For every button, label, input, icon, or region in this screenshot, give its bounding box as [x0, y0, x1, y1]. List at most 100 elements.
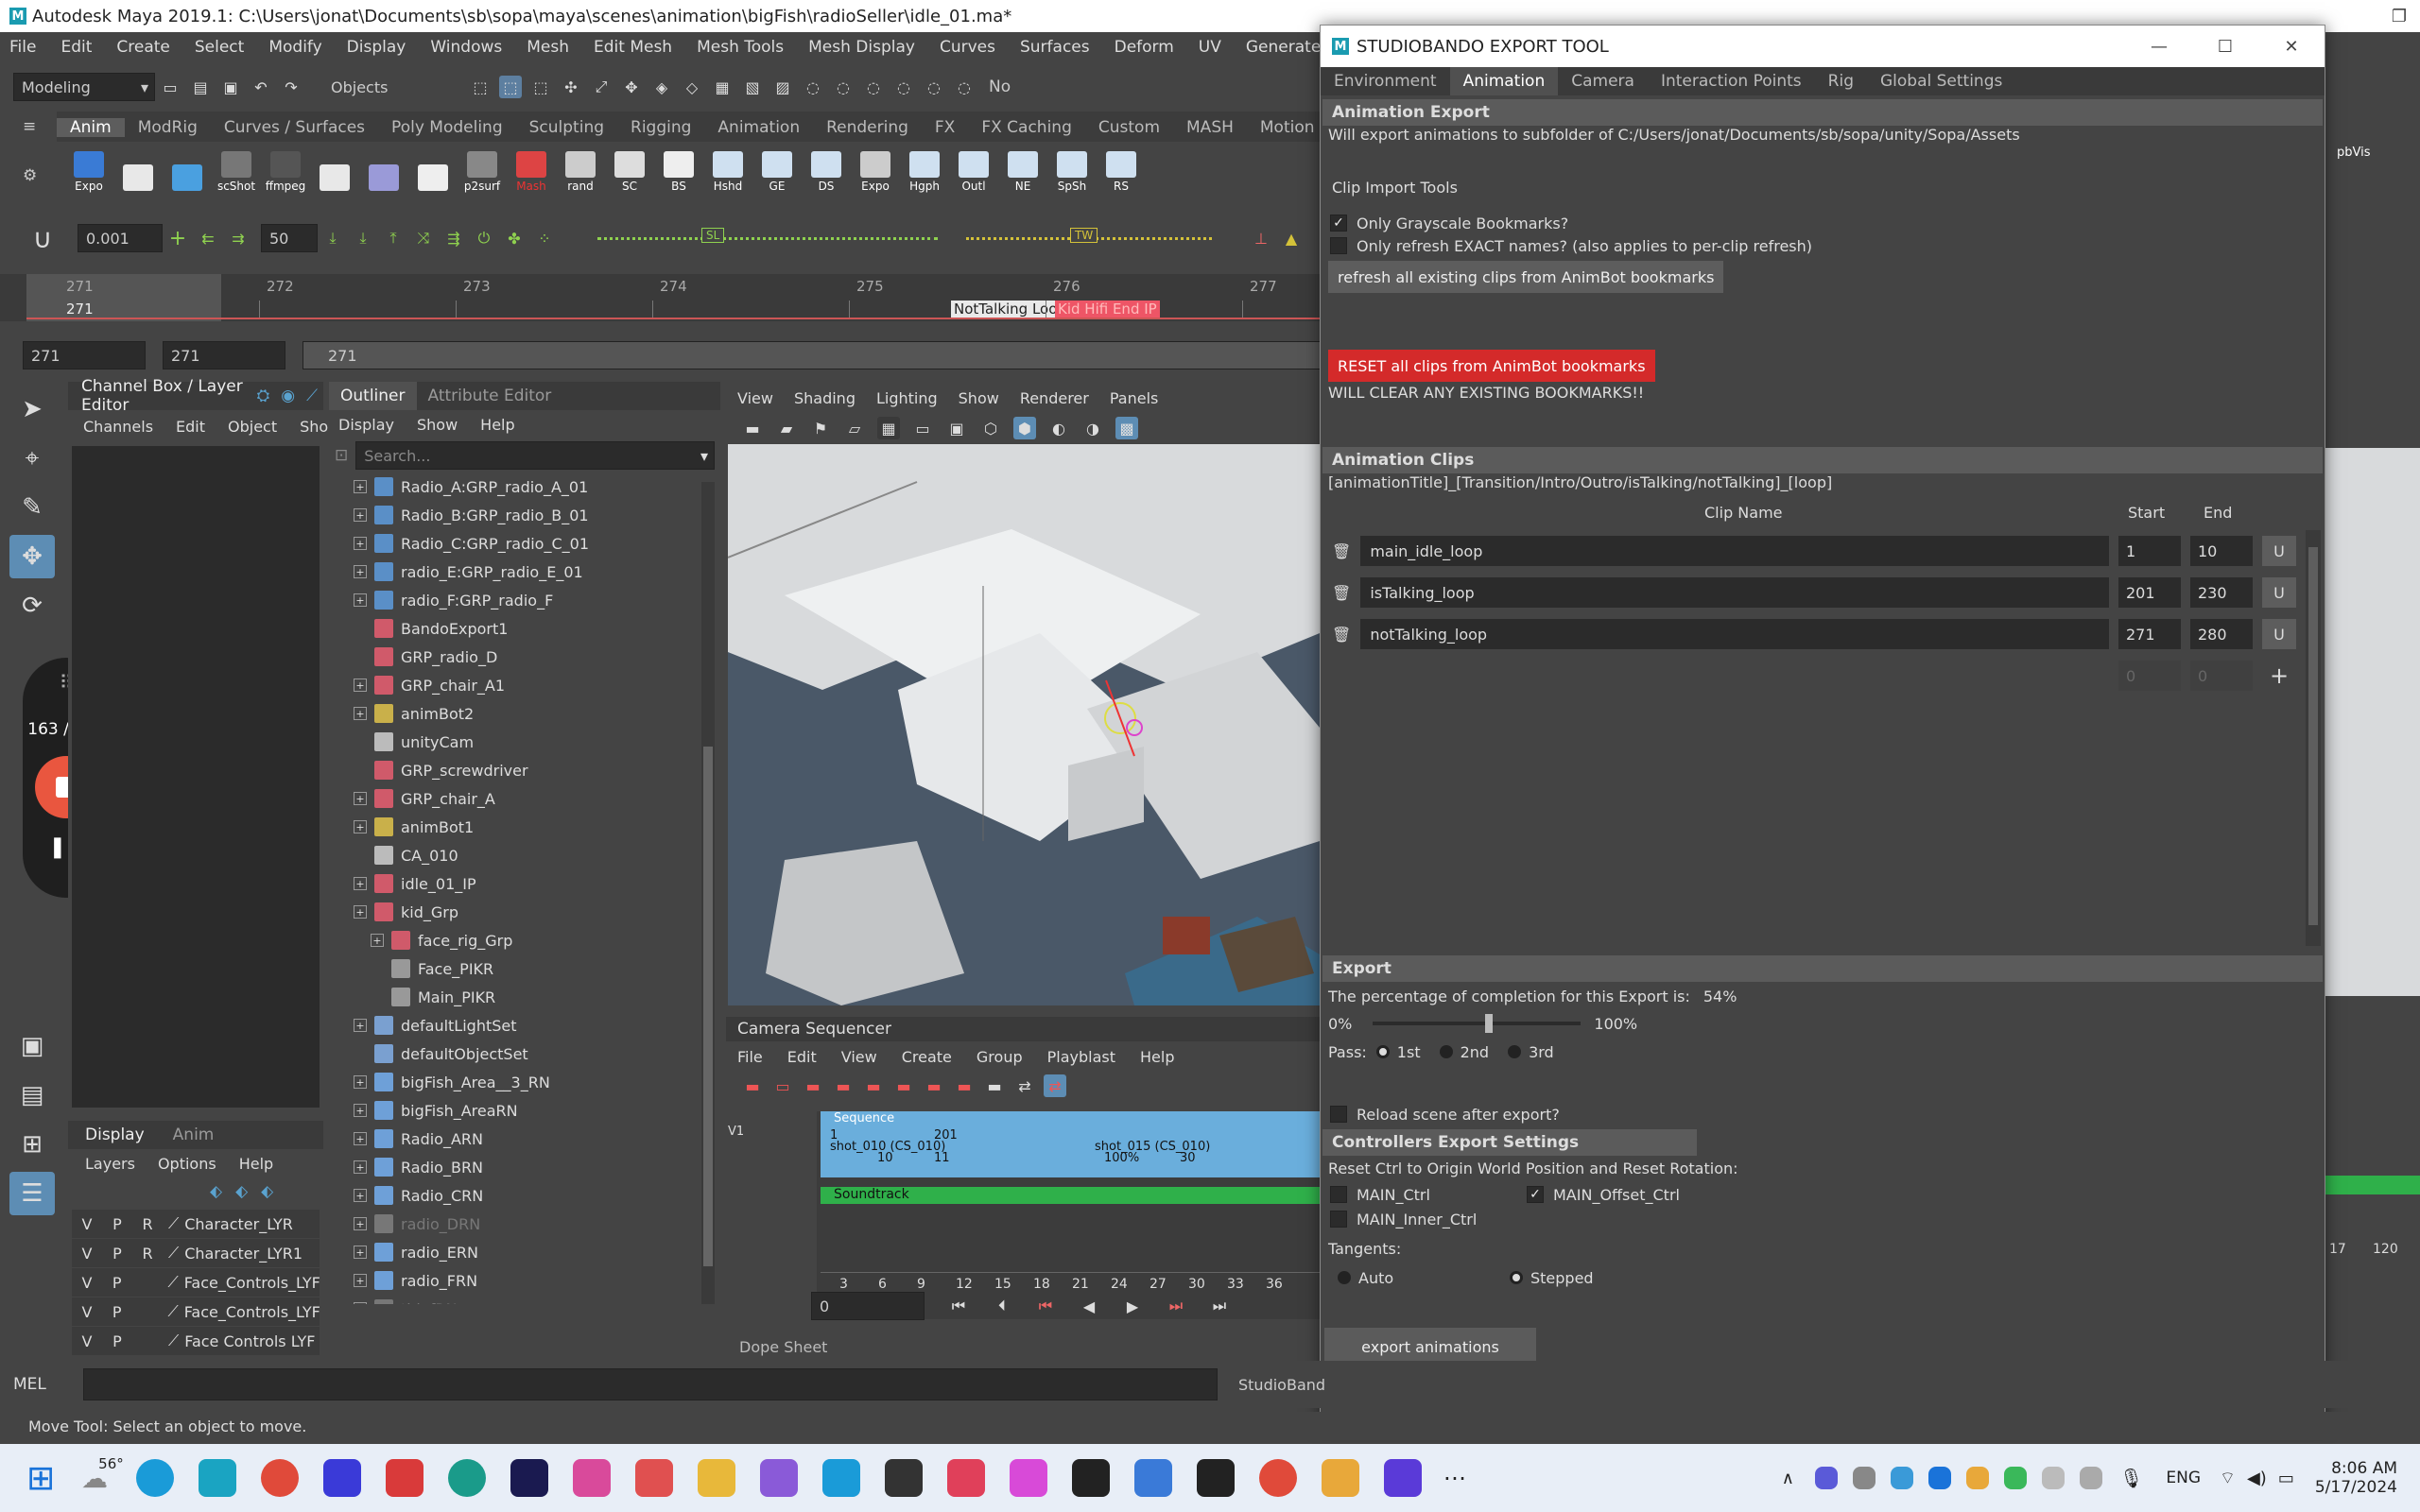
seq-tool-6-icon[interactable]: ▬: [892, 1074, 915, 1097]
shelf-button-tool-2[interactable]: [166, 144, 208, 193]
nudge-right-icon[interactable]: ⇉: [227, 227, 250, 249]
slack-icon[interactable]: [572, 1459, 611, 1497]
menu-surfaces[interactable]: Surfaces: [1020, 38, 1090, 57]
render-frame-icon[interactable]: ▦: [711, 76, 734, 98]
clip-end-field[interactable]: 230: [2190, 577, 2253, 608]
tween-icon[interactable]: ⤓: [321, 227, 344, 249]
seq-tool-1-icon[interactable]: ▬: [741, 1074, 764, 1097]
outliner-item[interactable]: GRP_radio_D: [354, 643, 720, 671]
clip-name-field[interactable]: main_idle_loop: [1360, 536, 2109, 566]
expand-icon[interactable]: +: [354, 1274, 367, 1287]
grid-icon[interactable]: ▦: [877, 417, 900, 439]
layer-playback-toggle[interactable]: P: [102, 1332, 132, 1350]
shelf-tab-sculpting[interactable]: Sculpting: [516, 118, 617, 137]
outliner-item[interactable]: + radio_F:GRP_radio_F: [354, 586, 720, 614]
soundtrack-track[interactable]: Soundtrack: [821, 1187, 1322, 1204]
layer-visibility-toggle[interactable]: V: [72, 1215, 102, 1233]
outliner-menu-help[interactable]: Help: [480, 416, 514, 434]
channel-icon-1[interactable]: ⛭: [257, 387, 270, 405]
clip-end-field[interactable]: 10: [2190, 536, 2253, 566]
clip-start-field[interactable]: 201: [2118, 577, 2181, 608]
bookmark-nottalking[interactable]: NotTalking Loo: [951, 301, 1061, 318]
viewport-menu-renderer[interactable]: Renderer: [1020, 389, 1089, 407]
app-icon-4[interactable]: [322, 1459, 361, 1497]
outliner-item[interactable]: + radio_ERN: [354, 1238, 720, 1266]
expand-icon[interactable]: +: [371, 934, 384, 947]
dialog-tab-rig[interactable]: Rig: [1815, 67, 1867, 95]
bookmark-kid-hifi[interactable]: Kid Hifi End IP: [1055, 301, 1160, 318]
seq-tool-7-icon[interactable]: ▬: [923, 1074, 945, 1097]
shelf-tab-poly-modeling[interactable]: Poly Modeling: [378, 118, 516, 137]
expand-icon[interactable]: +: [354, 1104, 367, 1117]
sequencer-menu-create[interactable]: Create: [902, 1048, 952, 1066]
dialog-tab-camera[interactable]: Camera: [1558, 67, 1648, 95]
outliner-item[interactable]: + GRP_chair_A1: [354, 671, 720, 699]
expand-icon[interactable]: +: [354, 565, 367, 578]
menu-modify[interactable]: Modify: [268, 38, 321, 57]
outliner-item[interactable]: + radio_DRN: [354, 1210, 720, 1238]
snap-point-icon[interactable]: ✥: [620, 76, 643, 98]
shelf-button-spsh[interactable]: SpSh: [1051, 144, 1093, 193]
camera-select-icon[interactable]: ▬: [741, 417, 764, 439]
outliner-item[interactable]: + radio_FRN: [354, 1266, 720, 1295]
time-slider[interactable]: 271 271 NotTalking Loo Kid Hifi End IP 2…: [0, 274, 1323, 321]
export-progress-slider[interactable]: [1373, 1014, 1582, 1033]
seq-tool-2-icon[interactable]: ▭: [771, 1074, 794, 1097]
lasso-icon-2[interactable]: ◌: [832, 76, 855, 98]
outliner-item[interactable]: + bigFish_AreaRN: [354, 1096, 720, 1125]
tray-icon-5[interactable]: [1965, 1467, 1989, 1489]
menu-generate[interactable]: Generate: [1246, 38, 1321, 57]
expand-icon[interactable]: +: [354, 537, 367, 550]
channel-menu-channels[interactable]: Channels: [83, 418, 153, 436]
expand-icon[interactable]: +: [354, 679, 367, 692]
shelf-button-sc[interactable]: SC: [609, 144, 650, 193]
search-app-icon[interactable]: [1321, 1459, 1359, 1497]
outliner-item[interactable]: + kid_Grp: [354, 898, 720, 926]
seq-tool-11-icon[interactable]: ⇄: [1044, 1074, 1066, 1097]
app-icon-17[interactable]: [1133, 1459, 1172, 1497]
camera-attr-icon[interactable]: ▰: [775, 417, 798, 439]
outliner-menu-show[interactable]: Show: [417, 416, 458, 434]
outliner-item[interactable]: + Radio_CRN: [354, 1181, 720, 1210]
clip-name-field[interactable]: isTalking_loop: [1360, 577, 2109, 608]
layer-tab-display[interactable]: Display: [85, 1125, 145, 1144]
outliner-item[interactable]: BandoExport1: [354, 614, 720, 643]
next-key-icon[interactable]: ⏭: [1165, 1295, 1187, 1317]
new-layer-selected-icon[interactable]: ⬖: [235, 1182, 248, 1201]
expand-icon[interactable]: +: [354, 1075, 367, 1089]
viewport-menu-panels[interactable]: Panels: [1110, 389, 1159, 407]
shelf-button-expo[interactable]: Expo: [68, 144, 110, 193]
menu-mesh[interactable]: Mesh: [527, 38, 569, 57]
dialog-tab-environment[interactable]: Environment: [1321, 67, 1450, 95]
viewport-menu-shading[interactable]: Shading: [794, 389, 856, 407]
snap-surface-icon[interactable]: ◇: [681, 76, 703, 98]
outliner-item[interactable]: + bigFish_Area__3_RN: [354, 1068, 720, 1096]
shadows-icon[interactable]: ◑: [1081, 417, 1104, 439]
shelf-button-hshd[interactable]: Hshd: [707, 144, 749, 193]
tray-icon-1[interactable]: [1814, 1467, 1838, 1489]
restore-icon[interactable]: ❐: [2378, 0, 2420, 32]
objects-dropdown[interactable]: Objects: [323, 73, 465, 101]
expand-icon[interactable]: +: [354, 593, 367, 607]
menu-deform[interactable]: Deform: [1115, 38, 1174, 57]
key-up-icon[interactable]: ⤒: [382, 227, 405, 249]
expand-icon[interactable]: +: [354, 1019, 367, 1032]
layer-reference-toggle[interactable]: R: [132, 1215, 163, 1233]
shelf-button-scshot[interactable]: scShot: [216, 144, 257, 193]
delete-clip-icon[interactable]: 🗑: [1332, 542, 1351, 560]
app-icon-21[interactable]: [1383, 1459, 1422, 1497]
layer-menu-help[interactable]: Help: [239, 1155, 273, 1173]
bookmark-icon[interactable]: ⚑: [809, 417, 832, 439]
shelf-tab-modrig[interactable]: ModRig: [125, 118, 211, 137]
clock[interactable]: 8:06 AM 5/17/2024: [2315, 1459, 2397, 1497]
shelf-settings-icon[interactable]: ⚙: [23, 166, 37, 185]
viewport-menu-lighting[interactable]: Lighting: [876, 389, 938, 407]
scale-tool-icon[interactable]: ▣: [9, 1024, 55, 1068]
snap-grid-icon[interactable]: ✣: [560, 76, 582, 98]
clip-name-field[interactable]: notTalking_loop: [1360, 619, 2109, 649]
outliner-item[interactable]: + Radio_ARN: [354, 1125, 720, 1153]
layout-single-icon[interactable]: ▤: [9, 1074, 55, 1117]
menu-edit[interactable]: Edit: [60, 38, 92, 57]
reload-scene-checkbox[interactable]: [1330, 1106, 1347, 1123]
green-dotted-slider[interactable]: SL: [597, 227, 938, 243]
